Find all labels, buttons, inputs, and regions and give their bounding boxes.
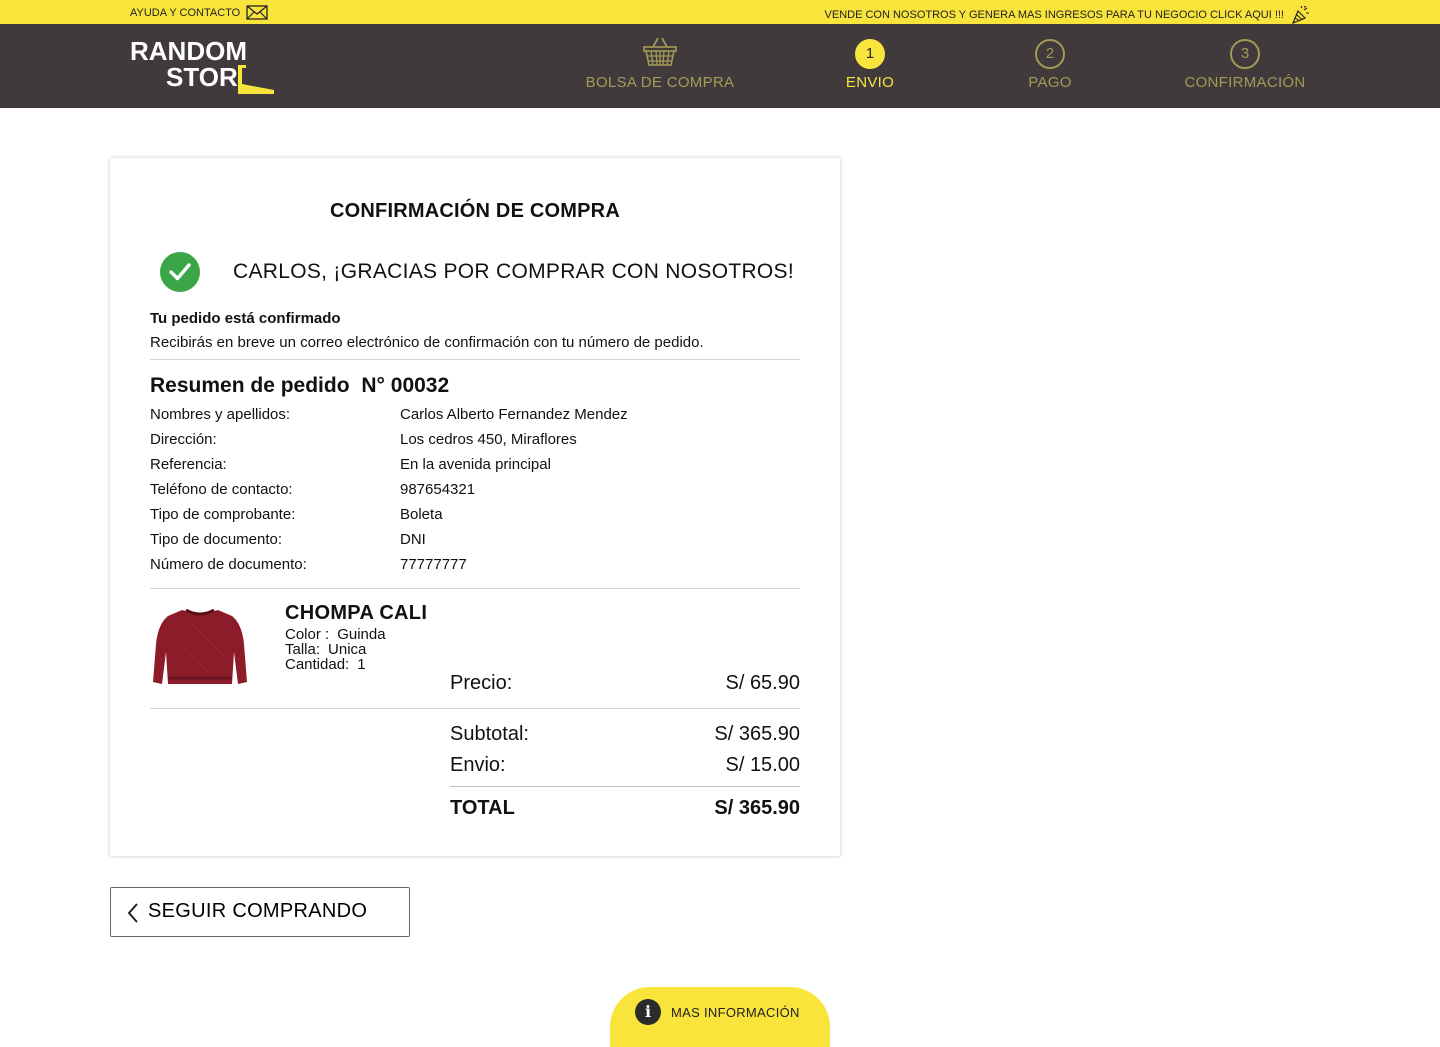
- detail-row: Dirección: Los cedros 450, Miraflores: [150, 431, 800, 456]
- detail-row: Nombres y apellidos: Carlos Alberto Ferna…: [150, 406, 800, 431]
- shipping-row: Envio: S/ 15.00: [450, 754, 800, 777]
- order-summary-title: Resumen de pedido N° 00032: [150, 374, 449, 398]
- sell-with-us-link[interactable]: VENDE CON NOSOTROS Y GENERA MAS INGRESOS…: [825, 5, 1310, 25]
- detail-row: Número de documento: 77777777: [150, 556, 800, 581]
- check-circle-icon: [160, 252, 200, 292]
- continue-shopping-label: SEGUIR COMPRANDO: [148, 900, 368, 922]
- shipping-value: S/ 15.00: [725, 754, 800, 776]
- product-image: [153, 608, 247, 684]
- purchase-confirmation-card: CONFIRMACIÓN DE COMPRA CARLOS, ¡GRACIAS …: [110, 158, 840, 856]
- detail-value: Los cedros 450, Miraflores: [400, 431, 577, 448]
- order-number: N° 00032: [361, 374, 450, 397]
- detail-label: Tipo de comprobante:: [150, 506, 296, 523]
- divider: [150, 359, 800, 360]
- total-row: TOTAL S/ 365.90: [450, 797, 800, 820]
- logo[interactable]: RANDOM STOR: [130, 38, 280, 96]
- divider: [150, 588, 800, 589]
- subtotal-label: Subtotal:: [450, 723, 529, 745]
- price-value: S/ 65.90: [725, 672, 800, 694]
- logo-mark-icon: [238, 65, 274, 94]
- chevron-left-icon: [127, 903, 138, 923]
- detail-label: Teléfono de contacto:: [150, 481, 293, 498]
- top-bar: AYUDA Y CONTACTO VENDE CON NOSOTROS Y GE…: [0, 0, 1440, 25]
- step-shipping-label: ENVIO: [845, 74, 895, 91]
- subtotal-row: Subtotal: S/ 365.90: [450, 723, 800, 746]
- help-contact-label: AYUDA Y CONTACTO: [130, 6, 241, 19]
- total-value: S/ 365.90: [714, 797, 800, 819]
- subtotal-value: S/ 365.90: [714, 723, 800, 745]
- product-name: CHOMPA CALI: [285, 602, 428, 624]
- basket-icon: [643, 37, 677, 66]
- step-payment-label: PAGO: [1028, 74, 1072, 91]
- order-summary-label: Resumen de pedido: [150, 374, 350, 397]
- detail-value: En la avenida principal: [400, 456, 551, 473]
- step-confirmation[interactable]: 3 CONFIRMACIÓN: [1170, 24, 1320, 108]
- detail-value: DNI: [400, 531, 426, 548]
- order-confirmed-text: Recibirás en breve un correo electrónico…: [150, 334, 704, 351]
- order-details: Nombres y apellidos: Carlos Alberto Ferna…: [150, 406, 800, 581]
- promo-text: VENDE CON NOSOTROS Y GENERA MAS INGRESOS…: [824, 9, 1284, 21]
- header: RANDOM STOR BOLSA DE COMPRA 1 ENVIO 2 PA…: [0, 24, 1440, 108]
- continue-shopping-button[interactable]: SEGUIR COMPRANDO: [110, 887, 410, 937]
- detail-label: Referencia:: [150, 456, 227, 473]
- product-price-row: Precio: S/ 65.90: [450, 672, 800, 695]
- product-meta: Color : Guinda Talla: Unica Cantidad: 1: [285, 627, 386, 672]
- detail-row: Referencia: En la avenida principal: [150, 456, 800, 481]
- mail-icon: [246, 5, 268, 20]
- total-label: TOTAL: [450, 797, 515, 819]
- detail-value: Carlos Alberto Fernandez Mendez: [400, 406, 628, 423]
- thanks-message: CARLOS, ¡GRACIAS POR COMPRAR CON NOSOTRO…: [233, 260, 794, 283]
- step-payment[interactable]: 2 PAGO: [1000, 24, 1100, 108]
- detail-row: Tipo de comprobante: Boleta: [150, 506, 800, 531]
- divider: [150, 708, 800, 709]
- qty-value: 1: [357, 656, 366, 673]
- celebration-icon: [1291, 5, 1309, 25]
- step-shipping[interactable]: 1 ENVIO: [820, 24, 920, 108]
- logo-line2: STOR: [166, 62, 238, 92]
- detail-label: Dirección:: [150, 431, 217, 448]
- step-confirmation-label: CONFIRMACIÓN: [1184, 74, 1306, 91]
- more-info-tab[interactable]: i MAS INFORMACIÓN: [610, 987, 830, 1047]
- more-info-label: MAS INFORMACIÓN: [671, 1005, 800, 1020]
- detail-row: Teléfono de contacto: 987654321: [150, 481, 800, 506]
- logo-line1: RANDOM: [130, 36, 247, 66]
- card-title: CONFIRMACIÓN DE COMPRA: [330, 200, 620, 222]
- product-size-row: Talla: Unica: [285, 642, 386, 657]
- product-color-row: Color : Guinda: [285, 627, 386, 642]
- divider: [450, 786, 800, 787]
- info-icon: i: [635, 999, 661, 1025]
- detail-value: Boleta: [400, 506, 443, 523]
- help-contact-link[interactable]: AYUDA Y CONTACTO: [130, 5, 268, 20]
- detail-label: Nombres y apellidos:: [150, 406, 291, 423]
- detail-value: 77777777: [400, 556, 467, 573]
- product-qty-row: Cantidad: 1: [285, 657, 386, 672]
- detail-label: Tipo de documento:: [150, 531, 283, 548]
- order-confirmed-title: Tu pedido está confirmado: [150, 310, 341, 327]
- step-number: 3: [1230, 39, 1260, 69]
- detail-label: Número de documento:: [150, 556, 307, 573]
- price-label: Precio:: [450, 672, 513, 694]
- detail-row: Tipo de documento: DNI: [150, 531, 800, 556]
- step-number: 2: [1035, 39, 1065, 69]
- step-number: 1: [855, 39, 885, 69]
- detail-value: 987654321: [400, 481, 476, 498]
- qty-label: Cantidad:: [285, 656, 350, 673]
- shipping-label: Envio:: [450, 754, 506, 776]
- step-bag-label: BOLSA DE COMPRA: [585, 74, 735, 91]
- step-bag[interactable]: BOLSA DE COMPRA: [575, 24, 745, 108]
